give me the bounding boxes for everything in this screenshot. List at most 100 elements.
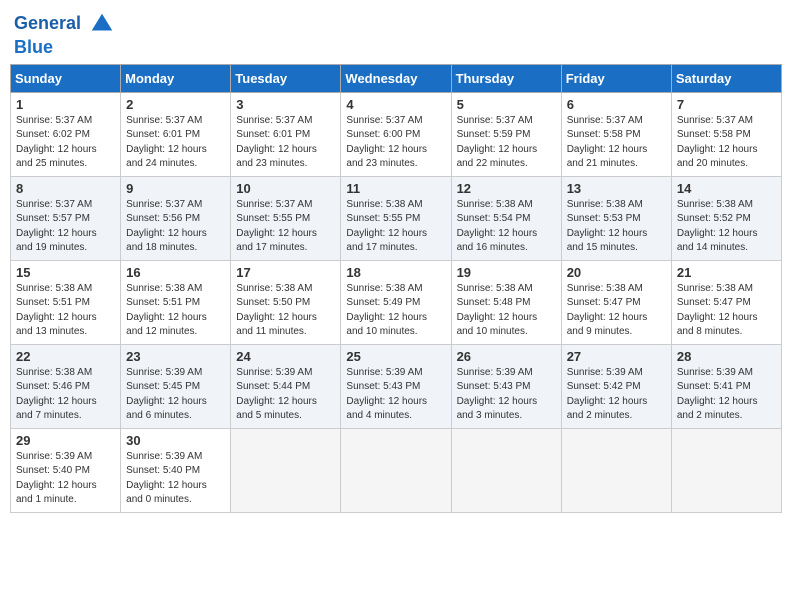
day-info: Sunrise: 5:38 AM Sunset: 5:54 PM Dayligh… <box>457 198 556 256</box>
day-number: 20 <box>567 265 666 280</box>
day-number: 8 <box>16 181 115 196</box>
calendar-cell: 7 Sunrise: 5:37 AM Sunset: 5:58 PM Dayli… <box>671 92 781 176</box>
calendar-cell: 30 Sunrise: 5:39 AM Sunset: 5:40 PM Dayl… <box>121 428 231 512</box>
calendar-cell: 21 Sunrise: 5:38 AM Sunset: 5:47 PM Dayl… <box>671 260 781 344</box>
week-row: 22 Sunrise: 5:38 AM Sunset: 5:46 PM Dayl… <box>11 344 782 428</box>
day-number: 13 <box>567 181 666 196</box>
day-number: 29 <box>16 433 115 448</box>
col-header-sunday: Sunday <box>11 64 121 92</box>
logo-text: General <box>14 10 116 38</box>
week-row: 1 Sunrise: 5:37 AM Sunset: 6:02 PM Dayli… <box>11 92 782 176</box>
col-header-monday: Monday <box>121 64 231 92</box>
day-number: 5 <box>457 97 556 112</box>
calendar-cell: 28 Sunrise: 5:39 AM Sunset: 5:41 PM Dayl… <box>671 344 781 428</box>
day-info: Sunrise: 5:39 AM Sunset: 5:40 PM Dayligh… <box>16 450 115 508</box>
day-info: Sunrise: 5:39 AM Sunset: 5:41 PM Dayligh… <box>677 366 776 424</box>
day-number: 18 <box>346 265 445 280</box>
col-header-saturday: Saturday <box>671 64 781 92</box>
calendar-cell: 23 Sunrise: 5:39 AM Sunset: 5:45 PM Dayl… <box>121 344 231 428</box>
day-info: Sunrise: 5:38 AM Sunset: 5:48 PM Dayligh… <box>457 282 556 340</box>
calendar-cell: 2 Sunrise: 5:37 AM Sunset: 6:01 PM Dayli… <box>121 92 231 176</box>
day-info: Sunrise: 5:38 AM Sunset: 5:46 PM Dayligh… <box>16 366 115 424</box>
calendar-cell: 6 Sunrise: 5:37 AM Sunset: 5:58 PM Dayli… <box>561 92 671 176</box>
calendar-cell: 1 Sunrise: 5:37 AM Sunset: 6:02 PM Dayli… <box>11 92 121 176</box>
day-info: Sunrise: 5:39 AM Sunset: 5:43 PM Dayligh… <box>346 366 445 424</box>
day-info: Sunrise: 5:39 AM Sunset: 5:45 PM Dayligh… <box>126 366 225 424</box>
day-info: Sunrise: 5:39 AM Sunset: 5:44 PM Dayligh… <box>236 366 335 424</box>
calendar-cell <box>341 428 451 512</box>
day-info: Sunrise: 5:38 AM Sunset: 5:47 PM Dayligh… <box>567 282 666 340</box>
day-number: 19 <box>457 265 556 280</box>
day-info: Sunrise: 5:37 AM Sunset: 5:58 PM Dayligh… <box>677 114 776 172</box>
day-info: Sunrise: 5:37 AM Sunset: 6:02 PM Dayligh… <box>16 114 115 172</box>
day-info: Sunrise: 5:39 AM Sunset: 5:40 PM Dayligh… <box>126 450 225 508</box>
day-number: 21 <box>677 265 776 280</box>
day-number: 6 <box>567 97 666 112</box>
calendar-cell: 19 Sunrise: 5:38 AM Sunset: 5:48 PM Dayl… <box>451 260 561 344</box>
logo: General Blue <box>14 10 116 58</box>
calendar-cell: 16 Sunrise: 5:38 AM Sunset: 5:51 PM Dayl… <box>121 260 231 344</box>
calendar-cell: 13 Sunrise: 5:38 AM Sunset: 5:53 PM Dayl… <box>561 176 671 260</box>
day-info: Sunrise: 5:39 AM Sunset: 5:43 PM Dayligh… <box>457 366 556 424</box>
calendar-cell: 5 Sunrise: 5:37 AM Sunset: 5:59 PM Dayli… <box>451 92 561 176</box>
calendar-cell <box>231 428 341 512</box>
calendar-cell: 17 Sunrise: 5:38 AM Sunset: 5:50 PM Dayl… <box>231 260 341 344</box>
day-info: Sunrise: 5:37 AM Sunset: 5:55 PM Dayligh… <box>236 198 335 256</box>
day-info: Sunrise: 5:38 AM Sunset: 5:49 PM Dayligh… <box>346 282 445 340</box>
day-number: 25 <box>346 349 445 364</box>
day-number: 30 <box>126 433 225 448</box>
day-number: 10 <box>236 181 335 196</box>
day-info: Sunrise: 5:37 AM Sunset: 5:57 PM Dayligh… <box>16 198 115 256</box>
day-info: Sunrise: 5:38 AM Sunset: 5:53 PM Dayligh… <box>567 198 666 256</box>
calendar-cell: 24 Sunrise: 5:39 AM Sunset: 5:44 PM Dayl… <box>231 344 341 428</box>
calendar-cell: 27 Sunrise: 5:39 AM Sunset: 5:42 PM Dayl… <box>561 344 671 428</box>
day-number: 7 <box>677 97 776 112</box>
calendar-cell: 14 Sunrise: 5:38 AM Sunset: 5:52 PM Dayl… <box>671 176 781 260</box>
col-header-wednesday: Wednesday <box>341 64 451 92</box>
day-info: Sunrise: 5:38 AM Sunset: 5:50 PM Dayligh… <box>236 282 335 340</box>
calendar-cell: 26 Sunrise: 5:39 AM Sunset: 5:43 PM Dayl… <box>451 344 561 428</box>
col-header-thursday: Thursday <box>451 64 561 92</box>
day-number: 27 <box>567 349 666 364</box>
calendar-cell: 10 Sunrise: 5:37 AM Sunset: 5:55 PM Dayl… <box>231 176 341 260</box>
day-number: 15 <box>16 265 115 280</box>
calendar-cell: 22 Sunrise: 5:38 AM Sunset: 5:46 PM Dayl… <box>11 344 121 428</box>
day-info: Sunrise: 5:38 AM Sunset: 5:51 PM Dayligh… <box>126 282 225 340</box>
calendar-cell <box>561 428 671 512</box>
calendar-cell: 12 Sunrise: 5:38 AM Sunset: 5:54 PM Dayl… <box>451 176 561 260</box>
day-number: 17 <box>236 265 335 280</box>
day-number: 28 <box>677 349 776 364</box>
page-header: General Blue <box>10 10 782 58</box>
week-row: 8 Sunrise: 5:37 AM Sunset: 5:57 PM Dayli… <box>11 176 782 260</box>
day-info: Sunrise: 5:37 AM Sunset: 5:59 PM Dayligh… <box>457 114 556 172</box>
day-number: 26 <box>457 349 556 364</box>
day-number: 2 <box>126 97 225 112</box>
calendar-cell: 4 Sunrise: 5:37 AM Sunset: 6:00 PM Dayli… <box>341 92 451 176</box>
week-row: 15 Sunrise: 5:38 AM Sunset: 5:51 PM Dayl… <box>11 260 782 344</box>
header-row: SundayMondayTuesdayWednesdayThursdayFrid… <box>11 64 782 92</box>
day-info: Sunrise: 5:37 AM Sunset: 6:00 PM Dayligh… <box>346 114 445 172</box>
day-number: 12 <box>457 181 556 196</box>
day-info: Sunrise: 5:39 AM Sunset: 5:42 PM Dayligh… <box>567 366 666 424</box>
day-number: 3 <box>236 97 335 112</box>
day-info: Sunrise: 5:37 AM Sunset: 5:56 PM Dayligh… <box>126 198 225 256</box>
calendar-cell: 25 Sunrise: 5:39 AM Sunset: 5:43 PM Dayl… <box>341 344 451 428</box>
calendar-cell: 18 Sunrise: 5:38 AM Sunset: 5:49 PM Dayl… <box>341 260 451 344</box>
calendar-table: SundayMondayTuesdayWednesdayThursdayFrid… <box>10 64 782 513</box>
day-number: 9 <box>126 181 225 196</box>
day-number: 4 <box>346 97 445 112</box>
day-number: 22 <box>16 349 115 364</box>
calendar-cell: 20 Sunrise: 5:38 AM Sunset: 5:47 PM Dayl… <box>561 260 671 344</box>
day-info: Sunrise: 5:37 AM Sunset: 6:01 PM Dayligh… <box>236 114 335 172</box>
day-number: 24 <box>236 349 335 364</box>
day-info: Sunrise: 5:37 AM Sunset: 6:01 PM Dayligh… <box>126 114 225 172</box>
day-info: Sunrise: 5:38 AM Sunset: 5:51 PM Dayligh… <box>16 282 115 340</box>
logo-blue: Blue <box>14 38 116 58</box>
day-info: Sunrise: 5:38 AM Sunset: 5:47 PM Dayligh… <box>677 282 776 340</box>
calendar-cell: 11 Sunrise: 5:38 AM Sunset: 5:55 PM Dayl… <box>341 176 451 260</box>
day-number: 23 <box>126 349 225 364</box>
col-header-tuesday: Tuesday <box>231 64 341 92</box>
day-info: Sunrise: 5:37 AM Sunset: 5:58 PM Dayligh… <box>567 114 666 172</box>
day-info: Sunrise: 5:38 AM Sunset: 5:55 PM Dayligh… <box>346 198 445 256</box>
col-header-friday: Friday <box>561 64 671 92</box>
